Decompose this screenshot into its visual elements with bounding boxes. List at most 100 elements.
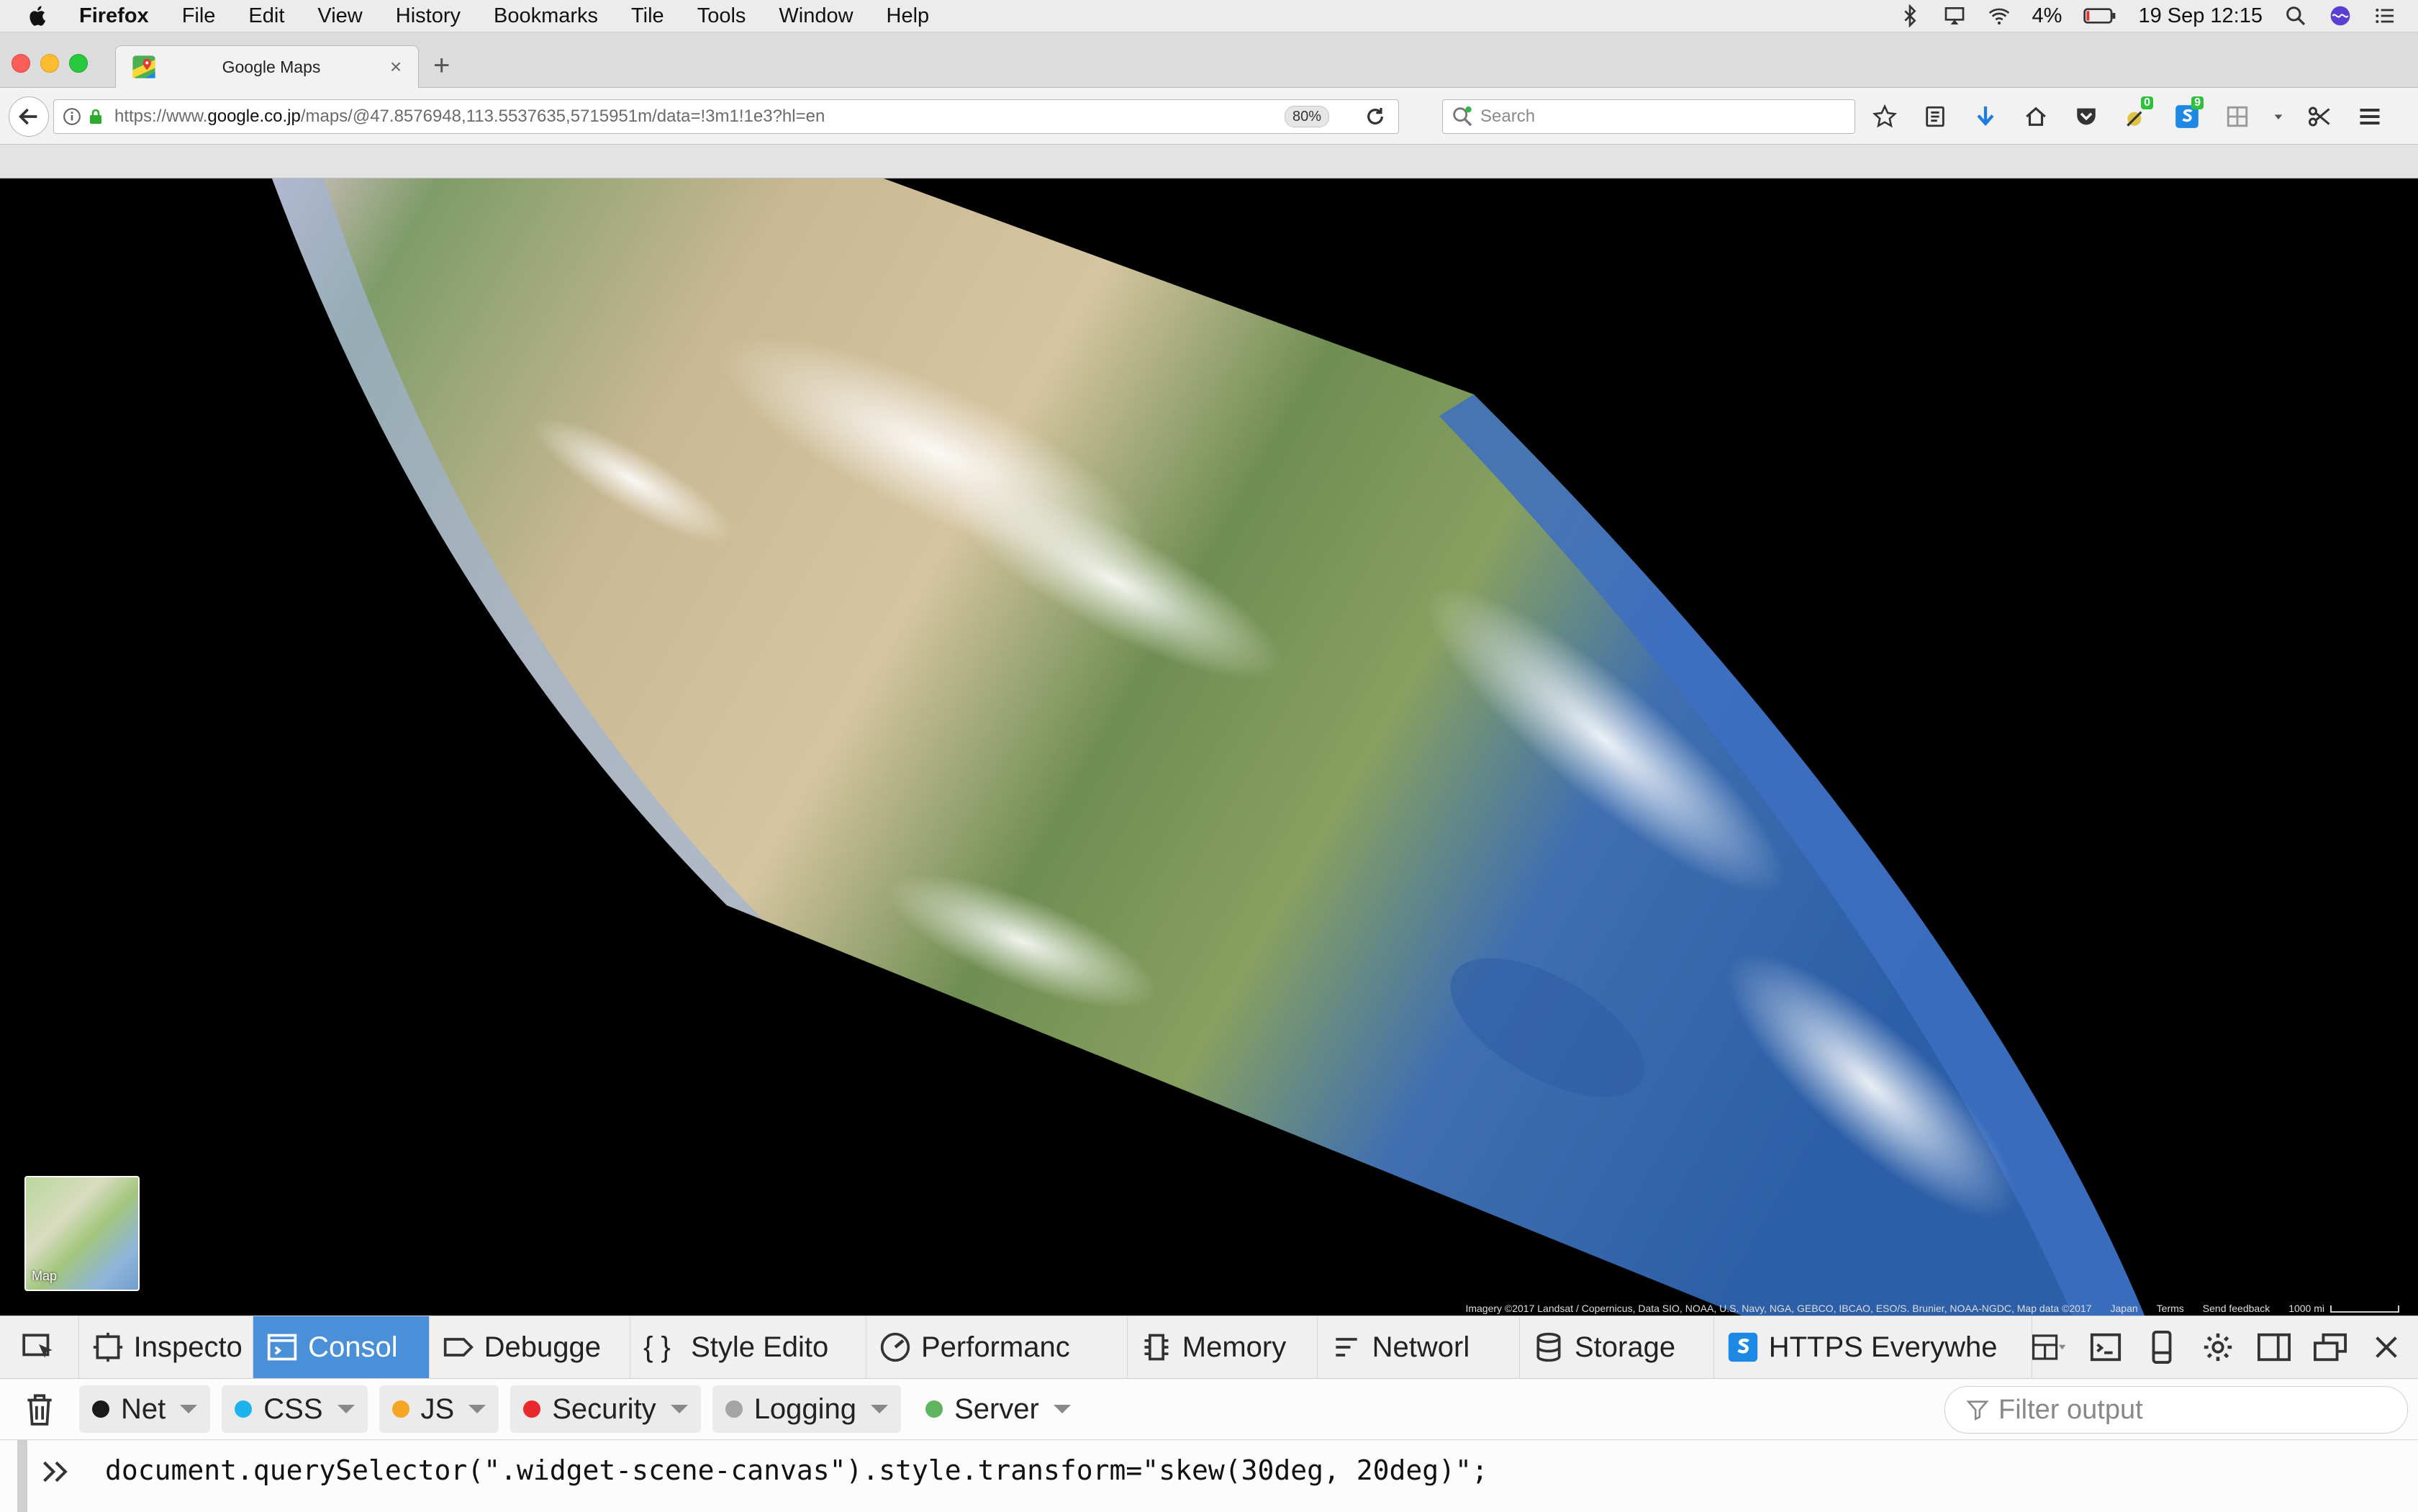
- window-zoom-button[interactable]: [69, 54, 88, 73]
- map-type-toggle[interactable]: Map: [24, 1176, 140, 1291]
- bookmark-star-button[interactable]: [1868, 101, 1901, 132]
- tab-google-maps[interactable]: Google Maps ×: [115, 45, 419, 88]
- devtools-settings-button[interactable]: [2201, 1330, 2235, 1364]
- reading-list-button[interactable]: [1919, 101, 1952, 132]
- notification-center-icon[interactable]: [2373, 4, 2396, 27]
- airplay-icon[interactable]: [1943, 4, 1966, 27]
- tab-inspector[interactable]: Inspecto: [79, 1316, 254, 1378]
- home-button[interactable]: [2019, 101, 2052, 132]
- open-menu-button[interactable]: [2353, 101, 2386, 132]
- menu-window[interactable]: Window: [779, 4, 853, 28]
- tab-performance[interactable]: Performanc: [866, 1316, 1128, 1378]
- secure-lock-icon[interactable]: [87, 107, 104, 126]
- tile-dropdown-button[interactable]: [2271, 101, 2286, 132]
- scale-bar: [2330, 1305, 2399, 1313]
- tab-console-label: Consol: [308, 1331, 398, 1363]
- console-command-text[interactable]: document.querySelector(".widget-scene-ca…: [105, 1454, 1488, 1486]
- apple-icon[interactable]: [26, 4, 50, 28]
- js-dot-icon: [391, 1400, 409, 1418]
- downloads-button[interactable]: [1969, 101, 2002, 132]
- minimap-label: Map: [32, 1269, 58, 1283]
- tab-https-everywhere[interactable]: HTTPS Everywhe: [1714, 1316, 2032, 1378]
- window-minimize-button[interactable]: [40, 54, 59, 73]
- clock[interactable]: 19 Sep 12:15: [2138, 4, 2263, 28]
- zoom-level-indicator[interactable]: 80%: [1284, 106, 1329, 127]
- menu-history[interactable]: History: [396, 4, 461, 28]
- tab-style-editor[interactable]: { } Style Edito: [630, 1316, 866, 1378]
- close-devtools-button[interactable]: [2369, 1330, 2404, 1364]
- filter-server-button[interactable]: Server: [913, 1385, 1084, 1433]
- chevron-down-icon: [871, 1405, 889, 1413]
- filter-net-button[interactable]: Net: [79, 1385, 211, 1433]
- filter-logging-button[interactable]: Logging: [712, 1385, 902, 1433]
- element-picker-icon: [22, 1334, 53, 1358]
- spotlight-search-icon[interactable]: [2284, 4, 2307, 27]
- reading-list-icon: [1926, 106, 1944, 127]
- css-dot-icon: [235, 1400, 253, 1418]
- dock-side-button[interactable]: [2257, 1330, 2291, 1364]
- menu-edit[interactable]: Edit: [248, 4, 284, 28]
- star-icon: [1873, 104, 1897, 128]
- responsive-design-button[interactable]: [2145, 1330, 2179, 1364]
- battery-icon[interactable]: [2083, 4, 2116, 27]
- tab-close-icon[interactable]: ×: [386, 57, 405, 77]
- tab-inspector-label: Inspecto: [133, 1331, 243, 1363]
- extension-button-a[interactable]: 0: [2120, 96, 2153, 132]
- tile-button[interactable]: [2221, 101, 2254, 132]
- home-icon: [2026, 107, 2046, 126]
- tab-network[interactable]: Networl: [1318, 1316, 1520, 1378]
- terms-link[interactable]: Terms: [2157, 1303, 2184, 1314]
- console-input-area[interactable]: document.querySelector(".widget-scene-ca…: [0, 1440, 2418, 1512]
- menu-bookmarks[interactable]: Bookmarks: [494, 4, 598, 28]
- filter-css-button[interactable]: CSS: [222, 1385, 368, 1433]
- window-close-button[interactable]: [12, 54, 30, 73]
- frames-button[interactable]: [2032, 1330, 2067, 1364]
- tab-debugger[interactable]: Debugge: [430, 1316, 631, 1378]
- split-console-button[interactable]: [2088, 1330, 2123, 1364]
- filter-security-button[interactable]: Security: [510, 1385, 701, 1433]
- map-viewport[interactable]: Map Imagery ©2017 Landsat / Copernicus, …: [0, 178, 2418, 1316]
- menu-tools[interactable]: Tools: [697, 4, 746, 28]
- braces-icon: { }: [643, 1331, 671, 1363]
- tab-storage[interactable]: Storage: [1520, 1316, 1714, 1378]
- gear-icon: [2204, 1333, 2232, 1362]
- back-button[interactable]: [9, 96, 49, 137]
- pocket-button[interactable]: [2070, 101, 2103, 132]
- region-label[interactable]: Japan: [2111, 1303, 2138, 1314]
- menu-help[interactable]: Help: [887, 4, 930, 28]
- menu-tile[interactable]: Tile: [631, 4, 664, 28]
- tab-memory[interactable]: Memory: [1128, 1316, 1318, 1378]
- search-bar[interactable]: Search: [1442, 99, 1855, 134]
- battery-percent: 4%: [2032, 4, 2062, 27]
- memory-chip-icon: [1144, 1334, 1169, 1361]
- siri-icon[interactable]: [2329, 4, 2352, 27]
- url-bar[interactable]: https://www.google.co.jp/maps/@47.857694…: [53, 99, 1399, 134]
- tab-console[interactable]: Consol: [253, 1316, 430, 1378]
- filter-logging-label: Logging: [753, 1393, 857, 1425]
- new-tab-button[interactable]: +: [433, 51, 450, 80]
- phone-icon: [2152, 1331, 2172, 1364]
- site-info-icon[interactable]: [63, 107, 81, 126]
- element-picker-button[interactable]: [0, 1316, 79, 1378]
- filter-js-button[interactable]: JS: [379, 1385, 499, 1433]
- scale-indicator[interactable]: 1000 mi: [2288, 1303, 2399, 1314]
- search-engine-icon[interactable]: [1450, 104, 1475, 129]
- menu-file[interactable]: File: [182, 4, 216, 28]
- filter-js-label: JS: [420, 1393, 455, 1425]
- send-feedback-link[interactable]: Send feedback: [2203, 1303, 2270, 1314]
- url-text[interactable]: https://www.google.co.jp/maps/@47.857694…: [114, 107, 825, 127]
- separate-window-button[interactable]: [2313, 1330, 2347, 1364]
- extension-button-b[interactable]: 9: [2170, 96, 2204, 132]
- bluetooth-icon[interactable]: [1898, 4, 1921, 27]
- reload-icon[interactable]: [1364, 105, 1387, 128]
- chevron-down-icon: [1053, 1405, 1071, 1413]
- tab-strip: Google Maps × +: [0, 32, 2418, 88]
- filter-output-input[interactable]: Filter output: [1944, 1386, 2408, 1434]
- chevron-down-icon: [468, 1405, 486, 1413]
- trash-icon[interactable]: [22, 1391, 58, 1427]
- wifi-icon[interactable]: [1988, 4, 2011, 27]
- app-menu-firefox[interactable]: Firefox: [79, 4, 149, 28]
- menu-view[interactable]: View: [317, 4, 362, 28]
- skewed-earth-canvas[interactable]: [0, 178, 2418, 1316]
- screenshot-button[interactable]: [2303, 101, 2336, 132]
